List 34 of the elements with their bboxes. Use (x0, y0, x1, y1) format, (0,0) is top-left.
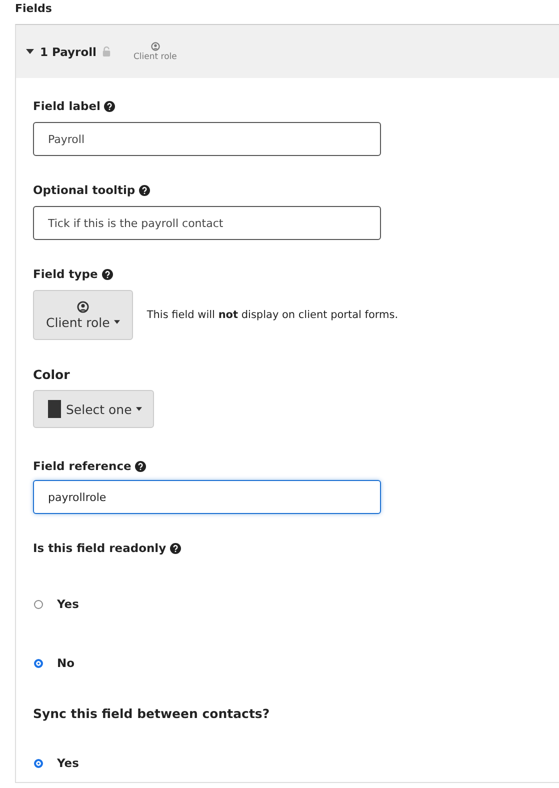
radio-label: Yes (57, 597, 79, 611)
user-icon (76, 300, 89, 312)
radio-button[interactable] (34, 658, 43, 668)
panel-title: 1 Payroll (40, 44, 96, 58)
color-dropdown[interactable]: Select one (33, 390, 154, 428)
field-type-dropdown[interactable]: Client role (33, 290, 133, 340)
tooltip-input[interactable]: Tick if this is the payroll contact (33, 206, 381, 240)
tooltip-label: Optional tooltip (33, 183, 136, 197)
radio-button[interactable] (34, 758, 43, 768)
field-label-input[interactable]: Payroll (33, 122, 381, 156)
user-icon (150, 42, 160, 50)
help-icon[interactable] (104, 100, 116, 112)
sync-label: Sync this field between contacts? (33, 706, 270, 720)
help-icon[interactable] (102, 268, 113, 280)
section-title: Fields (14, 1, 53, 17)
panel-header[interactable]: 1 Payroll Client role (16, 25, 559, 78)
help-icon[interactable] (135, 460, 146, 472)
readonly-label: Is this field readonly (33, 541, 166, 555)
field-type-note: This field will not display on client portal forms. (146, 309, 398, 321)
caret-icon (114, 320, 120, 324)
field-type-label: Field type (33, 267, 98, 281)
field-reference-label: Field reference (33, 459, 132, 473)
help-icon[interactable] (170, 542, 182, 554)
help-icon[interactable] (139, 184, 150, 196)
radio-button[interactable] (34, 600, 43, 608)
radio-label: No (57, 656, 75, 670)
color-label: Color (33, 366, 70, 382)
radio-label: Yes (57, 756, 79, 770)
caret-icon (136, 407, 142, 411)
field-label-label: Field label (33, 99, 100, 113)
field-type-label: Client role (133, 52, 177, 62)
field-reference-input[interactable]: payrollrole (33, 480, 381, 514)
caret-icon[interactable] (26, 49, 34, 54)
swatch-icon (48, 400, 61, 418)
